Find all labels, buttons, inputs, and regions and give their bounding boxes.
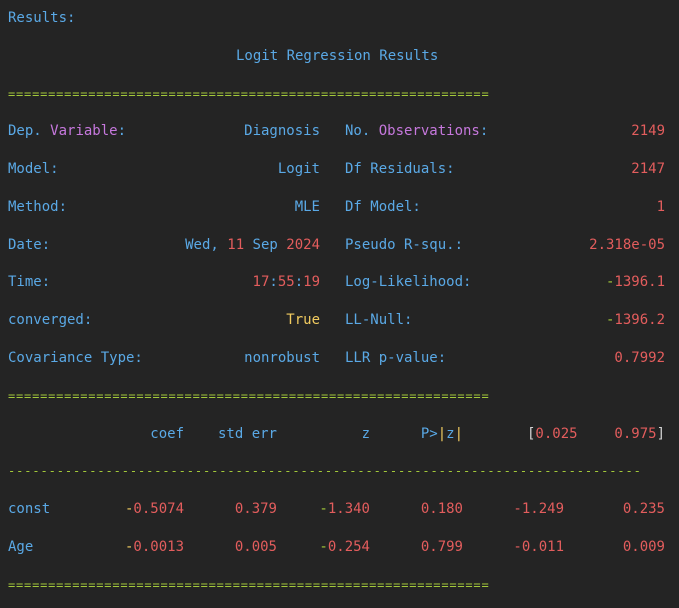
separator-double-bottom: ========================================… <box>8 578 490 592</box>
log-likelihood-label: Log-Likelihood: <box>345 274 472 290</box>
separator-single: ----------------------------------------… <box>8 464 642 478</box>
method-value: MLE <box>294 199 320 215</box>
time-label: Time: <box>8 274 51 290</box>
header-coef: coef <box>150 426 184 442</box>
header-std-err: std err <box>217 426 277 442</box>
row-const-std-err: 0.379 <box>234 501 277 517</box>
date-label: Date: <box>8 237 51 253</box>
header-z: z <box>361 426 370 442</box>
row-const-pvalue: 0.180 <box>420 501 463 517</box>
row-age-ci-low: -0.011 <box>513 539 564 555</box>
separator-double-mid: ========================================… <box>8 389 490 403</box>
covariance-value: nonrobust <box>244 350 320 366</box>
ll-null-value: -1396.2 <box>605 312 665 328</box>
row-age-z: -0.254 <box>319 539 370 555</box>
n-obs-value: 2149 <box>631 123 665 139</box>
df-model-label: Df Model: <box>345 199 421 215</box>
table-title: Logit Regression Results <box>236 48 439 64</box>
model-value: Logit <box>277 161 320 177</box>
llr-pvalue-value: 0.7992 <box>614 350 665 366</box>
dep-variable-value: Diagnosis <box>244 123 320 139</box>
df-resid-label: Df Residuals: <box>345 161 455 177</box>
header-pvalue: P>|z| <box>420 426 463 442</box>
row-const-ci-low: -1.249 <box>513 501 564 517</box>
row-age-std-err: 0.005 <box>234 539 277 555</box>
df-model-value: 1 <box>656 199 665 215</box>
header-conf-int: [0.025 0.975] <box>526 426 665 442</box>
time-value: 17:55:19 <box>252 274 320 290</box>
df-resid-value: 2147 <box>631 161 665 177</box>
llr-pvalue-label: LLR p-value: <box>345 350 447 366</box>
ll-null-label: LL-Null: <box>345 312 413 328</box>
converged-value: True <box>286 312 320 328</box>
separator-double-top: ========================================… <box>8 87 490 101</box>
row-age-coef: -0.0013 <box>124 539 184 555</box>
row-age-ci-high: 0.009 <box>622 539 665 555</box>
pseudo-r2-label: Pseudo R-squ.: <box>345 237 464 253</box>
covariance-label: Covariance Type: <box>8 350 143 366</box>
converged-label: converged: <box>8 312 93 328</box>
n-obs-label: No. Observations: <box>345 123 489 139</box>
row-const-name: const <box>8 501 51 517</box>
dep-variable-label: Dep. Variable: <box>8 123 127 139</box>
row-const-ci-high: 0.235 <box>622 501 665 517</box>
results-label: Results: <box>8 10 76 26</box>
row-const-coef: -0.5074 <box>124 501 184 517</box>
output-panel: Results: Logit Regression Results ======… <box>0 0 679 608</box>
row-age-pvalue: 0.799 <box>420 539 463 555</box>
pseudo-r2-value: 2.318e-05 <box>589 237 665 253</box>
row-age-name: Age <box>8 539 34 555</box>
date-value: Wed, 11 Sep 2024 <box>185 237 320 253</box>
method-label: Method: <box>8 199 68 215</box>
row-const-z: -1.340 <box>319 501 370 517</box>
log-likelihood-value: -1396.1 <box>605 274 665 290</box>
model-label: Model: <box>8 161 59 177</box>
